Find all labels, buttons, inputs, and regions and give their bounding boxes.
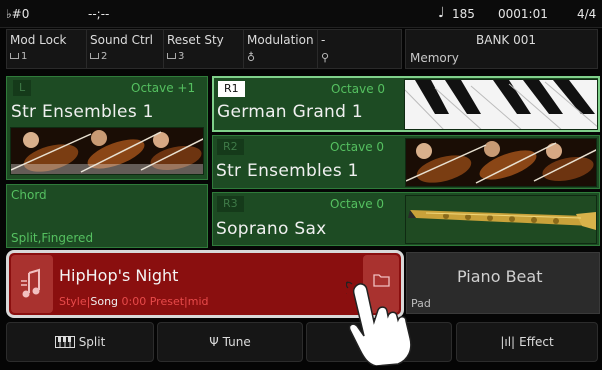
song-style-panel[interactable]: HipHop's Night Style|Song 0:00 Preset|mi… [6,250,404,318]
octave-r3: Octave 0 [330,197,385,211]
knob-slot-icon [167,53,176,59]
music-note-icon [11,255,53,313]
voice-tag-r2: R2 [217,139,244,155]
song-label: Song [90,295,119,308]
pedal-icon: ⚲ [321,51,330,64]
measure-position: 0001:01 [498,7,548,21]
effect-label: Effect [519,335,554,349]
voice-panel-left[interactable]: L Octave +1 Str Ensembles 1 [6,76,208,180]
knob-slot-icon [90,53,99,59]
quarter-note-icon: ♩ [438,5,445,21]
controller-assign-panel: Mod Lock 1 Sound Ctrl 2 Reset Sty 3 Modu… [6,29,402,69]
tempo-value: 185 [452,7,475,21]
bank-title: BANK 001 [476,33,537,47]
voice-tag-l: L [13,80,32,96]
voice-tag-r3: R3 [217,196,244,212]
style-label: Style [59,295,87,308]
tuning-fork-icon: Ψ [209,335,219,349]
octave-r2: Octave 0 [330,140,385,154]
control-reset-sty[interactable]: Reset Sty 3 [164,30,244,68]
song-info-line: Style|Song 0:00 Preset|mid [59,295,209,308]
chord-readout: --;-- [88,7,110,21]
effect-button[interactable]: |ıl| Effect [456,322,598,362]
song-name: HipHop's Night [59,266,179,285]
voice-name-r3: Soprano Sax [216,219,327,239]
pointing-hand-icon [342,280,426,367]
chord-mode-panel[interactable]: Chord Split,Fingered [6,184,208,248]
bank-memory-label: Memory [410,51,459,65]
control-blank[interactable]: - ⚲ [318,30,401,68]
voice-panel-r1[interactable]: R1 Octave 0 German Grand 1 [212,76,600,132]
tune-button[interactable]: Ψ Tune [157,322,303,362]
keyboard-icon [54,336,75,348]
split-label: Split [78,335,106,349]
voice-name-r1: German Grand 1 [217,102,364,122]
wheel-icon: ♁ [247,51,256,64]
midi-label: mid [187,295,209,308]
piano-keys-image [404,79,598,130]
saxophone-image [405,195,597,244]
tune-label: Tune [222,335,251,349]
status-bar: ♭#0 --;-- ♩ 185 0001:01 4/4 [0,0,602,28]
voice-name-left: Str Ensembles 1 [11,102,154,122]
preset-label: Preset [149,295,185,308]
knob-slot-icon [10,53,19,59]
voice-panel-r2[interactable]: R2 Octave 0 Str Ensembles 1 [212,135,600,189]
violin-section-image [10,127,204,175]
bank-panel[interactable]: BANK 001 Memory [405,29,598,69]
octave-left: Octave +1 [131,81,196,95]
song-time: 0:00 [121,295,147,308]
control-modulation[interactable]: Modulation ♁ [244,30,318,68]
voice-name-r2: Str Ensembles 1 [216,161,359,181]
time-signature: 4/4 [577,7,597,21]
voice-tag-r1: R1 [218,81,245,97]
control-sound-ctrl[interactable]: Sound Ctrl 2 [87,30,164,68]
chord-mode: Split,Fingered [11,231,94,245]
pad-name: Piano Beat [457,267,543,286]
violin-section-image [405,138,597,187]
pad-panel[interactable]: Piano Beat Pad [406,252,600,314]
transpose-indicator: ♭#0 [6,7,30,21]
chord-title: Chord [11,188,47,202]
equalizer-icon: |ıl| [500,335,516,349]
voice-panel-r3[interactable]: R3 Octave 0 Soprano Sax [212,192,600,246]
control-mod-lock[interactable]: Mod Lock 1 [7,30,87,68]
octave-r1: Octave 0 [331,82,386,96]
split-button[interactable]: Split [6,322,154,362]
